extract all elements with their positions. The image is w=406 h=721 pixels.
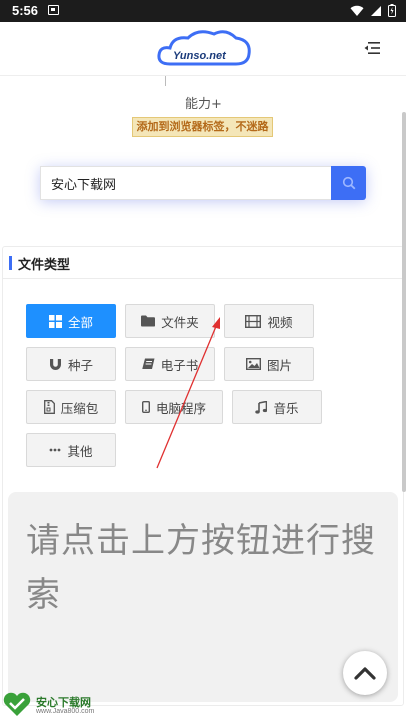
chevron-up-icon	[354, 667, 376, 680]
type-torrent-button[interactable]: 种子	[26, 347, 116, 381]
search-button[interactable]	[331, 166, 366, 200]
image-icon	[245, 358, 261, 370]
ability-text: 能力+	[185, 97, 222, 112]
title-accent-bar	[9, 256, 12, 270]
logo-text: Yunso.net	[173, 50, 226, 62]
signal-icon	[371, 5, 381, 16]
folder-icon	[141, 315, 156, 327]
result-message: 请点击上方按钮进行搜索	[26, 521, 376, 615]
page-scrollbar[interactable]	[402, 112, 406, 492]
wifi-icon	[350, 5, 364, 16]
search-icon	[342, 176, 355, 190]
type-folder-button[interactable]: 文件夹	[125, 304, 215, 338]
type-archive-button[interactable]: 压缩包	[26, 390, 116, 424]
watermark-url: www.Java800.com	[36, 708, 95, 715]
status-time: 5:56	[12, 3, 39, 18]
mobile-icon	[141, 401, 150, 413]
scroll-top-button[interactable]	[343, 651, 387, 695]
grid-icon	[48, 314, 62, 328]
archive-icon	[43, 400, 55, 414]
type-program-button[interactable]: 电脑程序	[125, 390, 223, 424]
type-video-button[interactable]: 视频	[224, 304, 314, 338]
search-bar	[40, 166, 366, 200]
result-panel: 请点击上方按钮进行搜索	[8, 492, 398, 702]
notification-icon	[48, 5, 59, 15]
bookmark-badge[interactable]: 添加到浏览器标签，不迷路	[132, 117, 273, 137]
search-input[interactable]	[40, 166, 331, 200]
book-icon	[142, 358, 155, 369]
watermark: 安心下载网 www.Java800.com	[2, 690, 112, 718]
status-bar: 5:56	[0, 0, 406, 22]
type-all-button[interactable]: 全部	[26, 304, 116, 338]
divider	[165, 76, 166, 86]
film-icon	[245, 314, 262, 328]
heart-logo-icon	[3, 692, 31, 716]
type-music-button[interactable]: 音乐	[232, 390, 322, 424]
type-other-button[interactable]: 其他	[26, 433, 116, 467]
card-title: 文件类型	[18, 258, 71, 273]
menu-icon[interactable]	[364, 41, 380, 55]
type-ebook-button[interactable]: 电子书	[125, 347, 215, 381]
site-header: Yunso.net	[0, 22, 406, 76]
card-header: 文件类型	[3, 247, 403, 279]
more-icon	[50, 448, 61, 452]
music-icon	[255, 400, 268, 414]
battery-icon	[388, 4, 396, 17]
type-image-button[interactable]: 图片	[224, 347, 314, 381]
magnet-icon	[49, 358, 61, 370]
